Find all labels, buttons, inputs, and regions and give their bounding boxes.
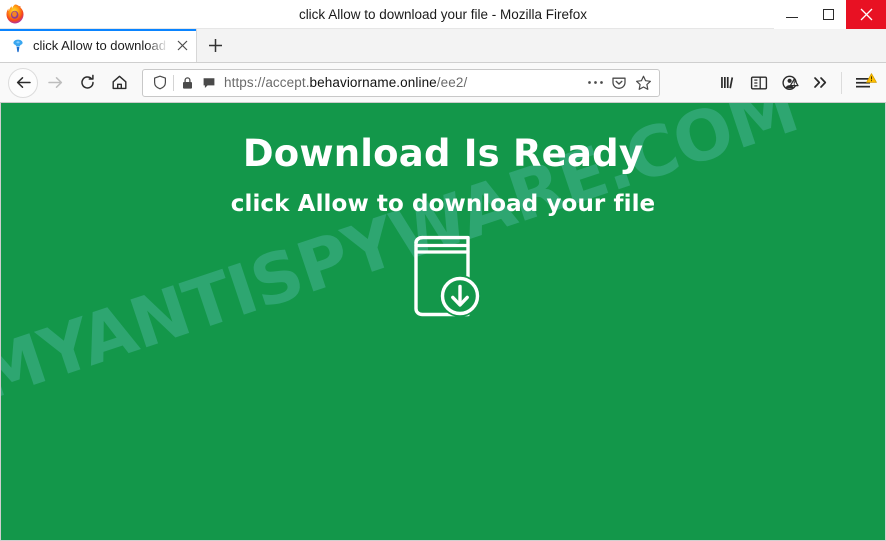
close-icon (860, 8, 872, 20)
window-controls (774, 0, 886, 29)
tracking-protection-shield-icon[interactable] (149, 73, 170, 93)
app-menu-button[interactable] (847, 68, 878, 98)
tab-title: click Allow to download your file (33, 38, 171, 53)
sidebar-button[interactable] (743, 68, 774, 98)
home-icon (112, 75, 126, 90)
padlock-icon[interactable] (177, 73, 198, 93)
close-icon (177, 40, 188, 51)
library-books-icon (720, 77, 733, 89)
browser-tab-active[interactable]: click Allow to download your file (0, 29, 197, 62)
minimize-button[interactable] (774, 0, 810, 29)
overflow-menu-button[interactable] (805, 68, 836, 98)
menu-warning-badge-icon (866, 70, 877, 88)
permission-notification-icon[interactable] (198, 73, 219, 93)
reload-button[interactable] (72, 68, 102, 98)
tab-strip: click Allow to download your file (0, 29, 886, 63)
window-titlebar: click Allow to download your file - Mozi… (0, 0, 886, 29)
page-viewport: MYANTISPYWARE.COM Download Is Ready clic… (0, 103, 886, 541)
navigation-toolbar: https://accept.behaviorname.online/ee2/ (0, 63, 886, 103)
maximize-icon (822, 8, 834, 20)
book-download-icon (414, 235, 481, 317)
url-path: /ee2/ (436, 75, 468, 90)
download-icon-container (1, 234, 885, 326)
close-button[interactable] (846, 0, 886, 29)
url-host: behaviorname.online (309, 75, 437, 90)
firefox-logo-icon (4, 3, 26, 25)
url-prefix: https://accept. (224, 75, 310, 90)
plus-icon (208, 39, 222, 52)
urlbar-divider (173, 74, 174, 91)
star-bookmark-icon[interactable] (631, 73, 655, 93)
page-actions-button[interactable] (583, 73, 607, 93)
library-button[interactable] (712, 68, 743, 98)
urlbar-actions (583, 73, 655, 93)
account-warning-icon (781, 75, 799, 90)
chevron-double-right-icon (814, 77, 827, 88)
arrow-right-icon (47, 77, 62, 88)
ellipsis-icon (587, 81, 603, 84)
url-bar[interactable]: https://accept.behaviorname.online/ee2/ (142, 68, 660, 97)
home-button[interactable] (104, 68, 134, 98)
page-subheadline: click Allow to download your file (230, 190, 656, 217)
tab-close-button[interactable] (173, 36, 192, 55)
arrow-left-icon (16, 77, 31, 88)
firefox-browser-window: click Allow to download your file - Mozi… (0, 0, 886, 541)
pocket-save-icon[interactable] (607, 73, 631, 93)
window-title: click Allow to download your file - Mozi… (298, 6, 588, 22)
url-text[interactable]: https://accept.behaviorname.online/ee2/ (219, 75, 583, 90)
maximize-button[interactable] (810, 0, 846, 29)
minimize-icon (786, 16, 798, 18)
toolbar-divider (841, 71, 842, 94)
back-button[interactable] (8, 67, 38, 98)
page-headline: Download Is Ready (242, 132, 644, 175)
blue-pin-favicon-icon (10, 38, 26, 54)
forward-button[interactable] (40, 68, 70, 98)
page-content: Download Is Ready click Allow to downloa… (1, 103, 885, 326)
new-tab-button[interactable] (197, 29, 233, 62)
sidebar-icon (750, 76, 767, 90)
reload-icon (80, 74, 94, 89)
account-button[interactable] (774, 68, 805, 98)
toolbar-right-buttons (712, 68, 878, 98)
